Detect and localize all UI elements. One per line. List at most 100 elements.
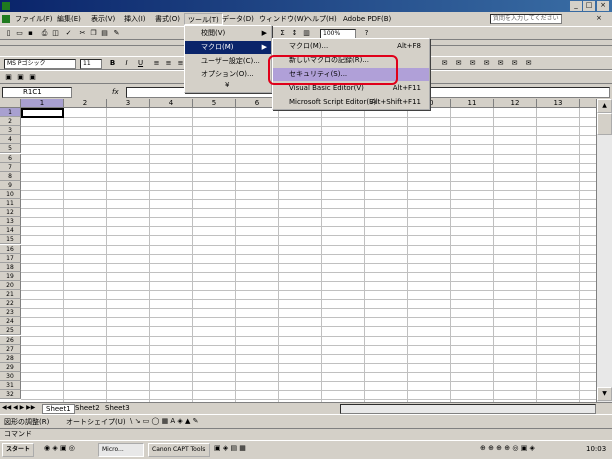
- row-header[interactable]: 21: [0, 290, 21, 300]
- row-header[interactable]: 28: [0, 353, 21, 363]
- font-size-select[interactable]: 11: [80, 59, 102, 69]
- row-header[interactable]: 23: [0, 308, 21, 318]
- tab-sheet1[interactable]: Sheet1: [42, 404, 75, 414]
- task-excel[interactable]: Micro...: [98, 443, 144, 457]
- doc-close-icon[interactable]: ×: [596, 14, 602, 22]
- review-toolbar-icon[interactable]: ✉: [468, 59, 477, 68]
- review-toolbar-icon[interactable]: ✉: [510, 59, 519, 68]
- spell-icon[interactable]: ✓: [64, 29, 73, 38]
- column-header[interactable]: 12: [494, 99, 537, 108]
- tools-menu-customize[interactable]: ユーザー設定(C)...: [185, 55, 271, 68]
- macro-menu-script-editor[interactable]: Microsoft Script Editor(E) Alt+Shift+F11: [273, 96, 429, 109]
- tools-menu-review[interactable]: 校閲(V) ▶: [185, 27, 271, 40]
- menu-help[interactable]: ヘルプ(H): [302, 13, 340, 25]
- control-icon[interactable]: ▣: [4, 73, 13, 82]
- tab-nav-icon[interactable]: ◀◀ ◀ ▶ ▶▶: [2, 404, 35, 411]
- row-header[interactable]: 18: [0, 262, 21, 272]
- bold-icon[interactable]: B: [108, 59, 117, 68]
- row-header[interactable]: 13: [0, 217, 21, 227]
- row-header[interactable]: 1: [0, 108, 21, 118]
- align-center-icon[interactable]: ≡: [164, 59, 173, 68]
- scroll-up-icon[interactable]: ▲: [597, 99, 612, 113]
- row-header[interactable]: 26: [0, 335, 21, 345]
- column-header[interactable]: 11: [451, 99, 494, 108]
- systray-icon[interactable]: ⊕ ⊕ ⊕ ⊕ ◎ ▣ ◈: [480, 444, 535, 452]
- tray-icon[interactable]: ▣ ◈ ▤ ▦: [214, 444, 246, 452]
- row-header[interactable]: 17: [0, 253, 21, 263]
- active-cell[interactable]: [21, 108, 64, 118]
- preview-icon[interactable]: ◫: [51, 29, 60, 38]
- row-header[interactable]: 22: [0, 299, 21, 309]
- chart-icon[interactable]: ▥: [302, 29, 311, 38]
- tab-sheet3[interactable]: Sheet3: [102, 404, 133, 412]
- row-header[interactable]: 25: [0, 326, 21, 336]
- menu-tools[interactable]: ツール(T): [184, 13, 223, 25]
- column-header[interactable]: 13: [537, 99, 580, 108]
- row-header[interactable]: 16: [0, 244, 21, 254]
- review-toolbar-icon[interactable]: ✉: [482, 59, 491, 68]
- control-icon[interactable]: ▣: [28, 73, 37, 82]
- close-icon[interactable]: ×: [597, 1, 609, 11]
- menu-format[interactable]: 書式(O): [152, 13, 183, 25]
- column-header[interactable]: 2: [64, 99, 107, 108]
- row-header[interactable]: 11: [0, 199, 21, 209]
- tools-menu-more-icon[interactable]: ¥: [185, 79, 271, 92]
- review-toolbar-icon[interactable]: ✉: [524, 59, 533, 68]
- font-name-select[interactable]: MS Pゴシック: [4, 59, 76, 69]
- name-box[interactable]: R1C1: [2, 87, 72, 98]
- row-header[interactable]: 12: [0, 208, 21, 218]
- open-icon[interactable]: ▭: [15, 29, 24, 38]
- align-left-icon[interactable]: ≡: [152, 59, 161, 68]
- vertical-scrollbar[interactable]: ▲ ▼: [596, 99, 612, 402]
- copy-icon[interactable]: ❐: [89, 29, 98, 38]
- row-header[interactable]: 24: [0, 317, 21, 327]
- fx-icon[interactable]: fx: [112, 88, 119, 96]
- review-toolbar-icon[interactable]: ✉: [496, 59, 505, 68]
- print-icon[interactable]: ⎙: [40, 29, 49, 38]
- row-header[interactable]: 31: [0, 381, 21, 391]
- select-all-corner[interactable]: [0, 99, 21, 108]
- task-canon[interactable]: Canon CAPT Tools: [148, 443, 210, 457]
- menu-insert[interactable]: 挿入(I): [121, 13, 149, 25]
- horizontal-scrollbar[interactable]: [340, 404, 596, 414]
- menu-view[interactable]: 表示(V): [88, 13, 118, 25]
- sort-icon[interactable]: ↕: [290, 29, 299, 38]
- italic-icon[interactable]: I: [122, 59, 131, 68]
- row-header[interactable]: 2: [0, 117, 21, 127]
- menu-edit[interactable]: 編集(E): [54, 13, 84, 25]
- row-header[interactable]: 5: [0, 144, 21, 154]
- scroll-thumb[interactable]: [597, 113, 612, 135]
- menu-adobe-pdf[interactable]: Adobe PDF(B): [340, 13, 394, 25]
- row-header[interactable]: 6: [0, 153, 21, 163]
- row-header[interactable]: 14: [0, 226, 21, 236]
- underline-icon[interactable]: U: [136, 59, 145, 68]
- save-icon[interactable]: ▪: [26, 29, 35, 38]
- review-toolbar-icon[interactable]: ✉: [454, 59, 463, 68]
- row-header[interactable]: 27: [0, 344, 21, 354]
- format-painter-icon[interactable]: ✎: [112, 29, 121, 38]
- row-header[interactable]: 7: [0, 162, 21, 172]
- minimize-icon[interactable]: _: [570, 1, 582, 11]
- macro-menu-macros[interactable]: マクロ(M)... Alt+F8: [273, 40, 429, 53]
- row-header[interactable]: 30: [0, 371, 21, 381]
- tools-menu-macro[interactable]: マクロ(M) ▶: [185, 41, 271, 54]
- row-header[interactable]: 4: [0, 135, 21, 145]
- review-toolbar-icon[interactable]: ✉: [440, 59, 449, 68]
- row-header[interactable]: 9: [0, 180, 21, 190]
- menu-file[interactable]: ファイル(F): [12, 13, 56, 25]
- help-icon[interactable]: ?: [362, 29, 371, 38]
- row-header[interactable]: 10: [0, 189, 21, 199]
- scroll-down-icon[interactable]: ▼: [597, 387, 612, 401]
- start-button[interactable]: スタート: [2, 443, 35, 457]
- quicklaunch-icon[interactable]: ◉ ◈ ▣ ◎: [44, 444, 75, 452]
- sum-icon[interactable]: Σ: [278, 29, 287, 38]
- autoshape-button[interactable]: オートシェイプ(U): [66, 417, 126, 427]
- new-icon[interactable]: ▯: [4, 29, 13, 38]
- row-header[interactable]: 19: [0, 271, 21, 281]
- control-icon[interactable]: ▣: [16, 73, 25, 82]
- row-header[interactable]: 29: [0, 362, 21, 372]
- paste-icon[interactable]: ▤: [100, 29, 109, 38]
- spreadsheet-grid[interactable]: 1234567891011121314 12345678910111213141…: [0, 99, 612, 402]
- tab-sheet2[interactable]: Sheet2: [72, 404, 103, 412]
- cut-icon[interactable]: ✂: [78, 29, 87, 38]
